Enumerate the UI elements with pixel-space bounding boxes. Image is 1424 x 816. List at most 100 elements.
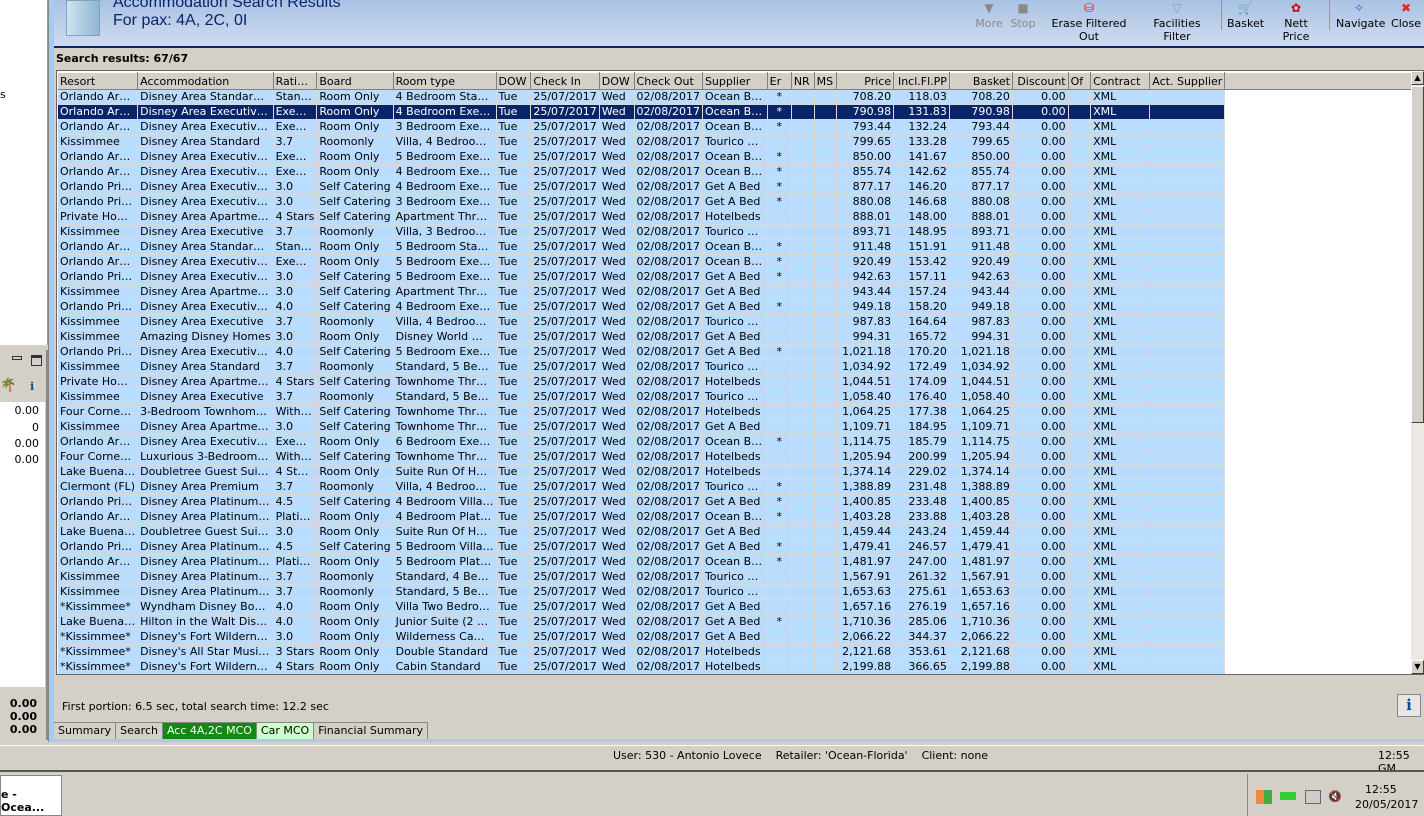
table-row[interactable]: Orlando Pri… Disney Area Executiv… 3.0 Self… xyxy=(58,269,1423,285)
column-header[interactable]: Of xyxy=(1068,72,1092,90)
tab-accommodation[interactable]: Acc 4A,2C MCO xyxy=(162,723,257,740)
navigate-button[interactable]: ✧ Navigate xyxy=(1336,0,1385,34)
tab-summary[interactable]: Summary xyxy=(54,723,117,740)
column-header[interactable]: Act. Supplier xyxy=(1149,72,1226,90)
table-row[interactable]: Orlando Pri… Disney Area Platinum… 4.5 Self… xyxy=(58,494,1423,510)
table-row[interactable]: Orlando Ar… Disney Area Executiv… Exe… Room… xyxy=(58,119,1423,135)
table-row[interactable]: Orlando Ar… Disney Area Executiv… Exe… Room… xyxy=(58,434,1423,450)
table-row[interactable]: Orlando Ar… Disney Area Executiv… Exe… Room… xyxy=(58,254,1423,270)
column-header[interactable]: Er xyxy=(767,72,792,90)
table-row[interactable]: Kissimmee Disney Area Standard 3.7 Roomonly… xyxy=(58,134,1423,150)
column-header[interactable]: Resort xyxy=(58,72,139,90)
table-row[interactable]: Orlando Ar… Disney Area Executiv… Exe… Room… xyxy=(58,164,1423,180)
table-row[interactable]: Orlando Pri… Disney Area Platinum… 4.5 Self… xyxy=(58,539,1423,555)
table-row[interactable]: Kissimmee Disney Area Standard 3.7 Roomonly… xyxy=(58,359,1423,375)
table-cell: 170.20 xyxy=(893,344,950,360)
table-row[interactable]: Lake Buena… Doubletree Guest Sui… 3.0 Room … xyxy=(58,524,1423,540)
erase-filtered-out-button[interactable]: ⛁ Erase Filtered Out xyxy=(1044,0,1134,43)
table-row[interactable]: Kissimmee Amazing Disney Homes 3.0 Room Onl… xyxy=(58,329,1423,345)
column-header[interactable]: Rati… xyxy=(273,72,318,90)
column-header[interactable]: Check In xyxy=(530,72,600,90)
info-button[interactable]: i xyxy=(1397,694,1421,717)
table-row[interactable]: Lake Buena… Hilton in the Walt Dis… 4.0 Roo… xyxy=(58,614,1423,630)
table-cell: 920.49 xyxy=(836,254,895,270)
table-row[interactable]: Four Corne… 3-Bedroom Townhom… With… Self C… xyxy=(58,404,1423,420)
taskbar-app-button[interactable]: e - Ocea... xyxy=(0,775,62,816)
column-header[interactable]: Room type xyxy=(393,72,497,90)
basket-button[interactable]: 🛒 Basket xyxy=(1227,0,1264,34)
network-card-icon[interactable] xyxy=(1280,792,1296,800)
table-row[interactable]: Private Ho… Disney Area Apartme… 4 Stars Se… xyxy=(58,374,1423,390)
info-icon[interactable]: i xyxy=(30,380,34,393)
table-row[interactable]: Kissimmee Disney Area Platinum… 3.7 Roomonl… xyxy=(58,569,1423,585)
network-icon[interactable] xyxy=(1305,790,1321,804)
table-row[interactable]: *Kissimmee* Disney's All Star Musi… 3 Star… xyxy=(58,644,1423,660)
more-button[interactable]: ▼ More xyxy=(975,0,1003,34)
table-row[interactable]: Kissimmee Disney Area Platinum… 3.7 Roomonl… xyxy=(58,584,1423,600)
muted-speaker-icon[interactable]: 🔇 xyxy=(1328,790,1344,804)
table-cell: Disney Area Executiv… xyxy=(137,179,274,195)
table-cell: Roomonly xyxy=(316,359,394,375)
table-row[interactable]: Orlando Pri… Disney Area Executiv… 4.0 Self… xyxy=(58,299,1423,315)
antivirus-icon[interactable] xyxy=(1256,790,1272,804)
row-filler xyxy=(1224,584,1423,600)
column-header[interactable]: DOW xyxy=(599,72,635,90)
scroll-thumb[interactable] xyxy=(1411,86,1424,423)
column-header[interactable]: DOW xyxy=(496,72,532,90)
table-row[interactable]: Private Ho… Disney Area Apartme… 4 Stars Se… xyxy=(58,209,1423,225)
row-filler xyxy=(1224,434,1423,450)
tab-car[interactable]: Car MCO xyxy=(256,723,315,740)
row-filler xyxy=(1224,599,1423,615)
table-row[interactable]: Orlando Pri… Disney Area Executiv… 3.0 Self… xyxy=(58,179,1423,195)
table-row[interactable]: Orlando Pri… Disney Area Executiv… 4.0 Self… xyxy=(58,344,1423,360)
table-row[interactable]: *Kissimmee* Wyndham Disney Bo… 4.0 Room Onl… xyxy=(58,599,1423,615)
column-header[interactable]: Contract xyxy=(1090,72,1151,90)
column-header[interactable]: NR xyxy=(791,72,815,90)
table-row[interactable]: Lake Buena… Doubletree Guest Sui… 4 St… Roo… xyxy=(58,464,1423,480)
column-header[interactable]: Accommodation xyxy=(137,72,274,90)
table-row[interactable]: Orlando Ar… Disney Area Standar… Stan… Room… xyxy=(58,239,1423,255)
splitter[interactable] xyxy=(48,0,54,742)
table-row[interactable]: Orlando Ar… Disney Area Executiv… Exe… Room… xyxy=(58,149,1423,165)
palm-tree-icon[interactable]: 🌴 xyxy=(0,378,16,393)
table-row[interactable]: Orlando Ar… Disney Area Platinum… Plati… Ro… xyxy=(58,554,1423,570)
restore-icon[interactable] xyxy=(31,355,42,366)
scroll-down-button[interactable]: ▼ xyxy=(1411,660,1424,674)
column-header[interactable]: Discount xyxy=(1012,72,1069,90)
table-row[interactable]: Clermont (FL) Disney Area Premium 3.7 Roomo… xyxy=(58,479,1423,495)
table-row[interactable]: Orlando Ar… Disney Area Platinum… Plati… Ro… xyxy=(58,509,1423,525)
column-header[interactable]: Board xyxy=(316,72,394,90)
table-row[interactable]: *Kissimmee* Disney's Fort Wildern… 3.0 Room… xyxy=(58,629,1423,645)
table-cell: Tue xyxy=(496,299,532,315)
stop-button[interactable]: ■ Stop xyxy=(1009,0,1037,34)
table-cell: Wed xyxy=(599,374,635,390)
column-header[interactable]: MS xyxy=(814,72,838,90)
vertical-scrollbar[interactable]: ▲ ▼ xyxy=(1411,71,1424,674)
scroll-up-button[interactable]: ▲ xyxy=(1411,71,1424,85)
table-row[interactable]: Orlando Ar… Disney Area Standar… Stan… Room… xyxy=(58,89,1423,105)
column-header[interactable]: Incl.Fl.PP xyxy=(893,72,950,90)
table-row[interactable]: Kissimmee Disney Area Executive 3.7 Roomonl… xyxy=(58,314,1423,330)
table-cell xyxy=(1149,149,1226,165)
table-cell: 0.00 xyxy=(1012,194,1069,210)
column-header[interactable]: Supplier xyxy=(702,72,768,90)
table-row[interactable]: Kissimmee Disney Area Apartme… 3.0 Self Cat… xyxy=(58,419,1423,435)
table-row[interactable]: Kissimmee Disney Area Executive 3.7 Roomonl… xyxy=(58,389,1423,405)
table-row[interactable]: *Kissimmee* Disney's Fort Wildern… 4 Stars… xyxy=(58,659,1423,674)
table-row[interactable]: Orlando Pri… Disney Area Executiv… 3.0 Self… xyxy=(58,194,1423,210)
table-cell: * xyxy=(767,239,792,255)
column-header[interactable]: Check Out xyxy=(634,72,703,90)
close-button[interactable]: ✖ Close xyxy=(1390,0,1422,34)
nett-price-button[interactable]: ✿ Nett Price xyxy=(1271,0,1321,43)
table-cell: 880.08 xyxy=(836,194,895,210)
column-header[interactable]: Basket xyxy=(949,72,1013,90)
table-row[interactable]: Kissimmee Disney Area Apartme… 3.0 Self Cat… xyxy=(58,284,1423,300)
table-row[interactable]: Four Corne… Luxurious 3-Bedroom… With… Self… xyxy=(58,449,1423,465)
minimize-icon[interactable] xyxy=(12,356,22,360)
column-header[interactable]: Price xyxy=(836,72,895,90)
table-row[interactable]: Kissimmee Disney Area Executive 3.7 Roomonl… xyxy=(58,224,1423,240)
facilities-filter-button[interactable]: ▽ Facilities Filter xyxy=(1142,0,1212,43)
tab-financial-summary[interactable]: Financial Summary xyxy=(314,723,429,740)
tab-search[interactable]: Search xyxy=(116,723,163,740)
table-row[interactable]: Orlando Ar… Disney Area Executiv… Exe… Room… xyxy=(58,104,1423,120)
